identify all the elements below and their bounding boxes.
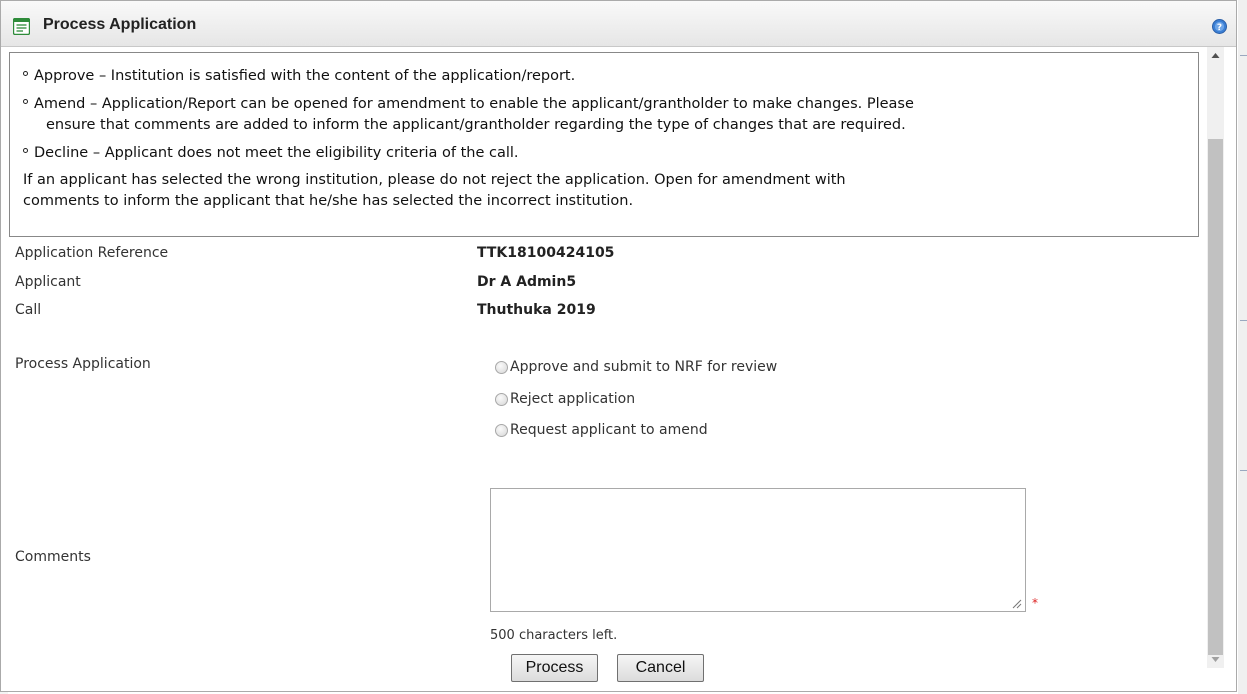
required-marker: *	[1032, 596, 1038, 610]
process-button[interactable]: Process	[511, 654, 598, 682]
option-approve[interactable]: Approve and submit to NRF for review	[495, 359, 777, 375]
dialog-content: Approve – Institution is satisfied with …	[2, 47, 1206, 693]
bullet-icon	[23, 99, 28, 104]
background-mark	[1240, 470, 1247, 471]
call-value: Thuthuka 2019	[477, 302, 596, 318]
comments-textarea[interactable]	[490, 488, 1026, 612]
reference-value: TTK18100424105	[477, 245, 615, 261]
scroll-down-arrow-icon[interactable]	[1207, 651, 1224, 668]
comments-label: Comments	[15, 549, 91, 565]
option-amend-label: Request applicant to amend	[510, 422, 708, 438]
bullet-icon	[23, 71, 28, 76]
background-mark	[1240, 320, 1247, 321]
info-approve: Approve – Institution is satisfied with …	[23, 66, 575, 87]
svg-text:?: ?	[1217, 23, 1222, 33]
option-reject-label: Reject application	[510, 391, 636, 407]
process-application-dialog: Process Application ? Approve – Institut…	[0, 0, 1237, 692]
scroll-up-arrow-icon[interactable]	[1207, 47, 1224, 64]
cancel-button[interactable]: Cancel	[617, 654, 704, 682]
info-approve-text: Approve – Institution is satisfied with …	[34, 68, 576, 84]
option-amend[interactable]: Request applicant to amend	[495, 422, 708, 438]
vertical-scrollbar[interactable]	[1207, 47, 1224, 668]
resize-grip-icon[interactable]	[1010, 597, 1022, 609]
background-page-right	[1238, 0, 1247, 694]
dialog-titlebar[interactable]: Process Application ?	[1, 1, 1236, 47]
scrollbar-thumb[interactable]	[1208, 139, 1223, 655]
radio-approve[interactable]	[495, 360, 508, 374]
info-amend-text: Amend – Application/Report can be opened…	[34, 96, 914, 112]
info-note-line2: comments to inform the applicant that he…	[23, 193, 634, 209]
radio-reject[interactable]	[495, 392, 508, 406]
info-amend: Amend – Application/Report can be opened…	[23, 94, 914, 115]
characters-left: 500 characters left.	[490, 628, 618, 643]
dialog-title: Process Application	[43, 16, 197, 33]
background-mark	[1240, 55, 1247, 56]
instructions-box: Approve – Institution is satisfied with …	[9, 52, 1199, 237]
call-label: Call	[15, 302, 42, 318]
radio-amend[interactable]	[495, 423, 508, 437]
info-note-line1: If an applicant has selected the wrong i…	[23, 172, 846, 188]
bullet-icon	[23, 148, 28, 153]
applicant-value: Dr A Admin5	[477, 274, 577, 290]
form-icon	[13, 18, 30, 35]
help-icon[interactable]: ?	[1212, 19, 1227, 34]
process-label: Process Application	[15, 356, 151, 372]
reference-label: Application Reference	[15, 245, 169, 261]
applicant-label: Applicant	[15, 274, 81, 290]
option-reject[interactable]: Reject application	[495, 391, 635, 407]
info-decline-text: Decline – Applicant does not meet the el…	[34, 145, 519, 161]
info-amend-continued: ensure that comments are added to inform…	[46, 117, 906, 133]
info-decline: Decline – Applicant does not meet the el…	[23, 143, 519, 164]
option-approve-label: Approve and submit to NRF for review	[510, 359, 778, 375]
